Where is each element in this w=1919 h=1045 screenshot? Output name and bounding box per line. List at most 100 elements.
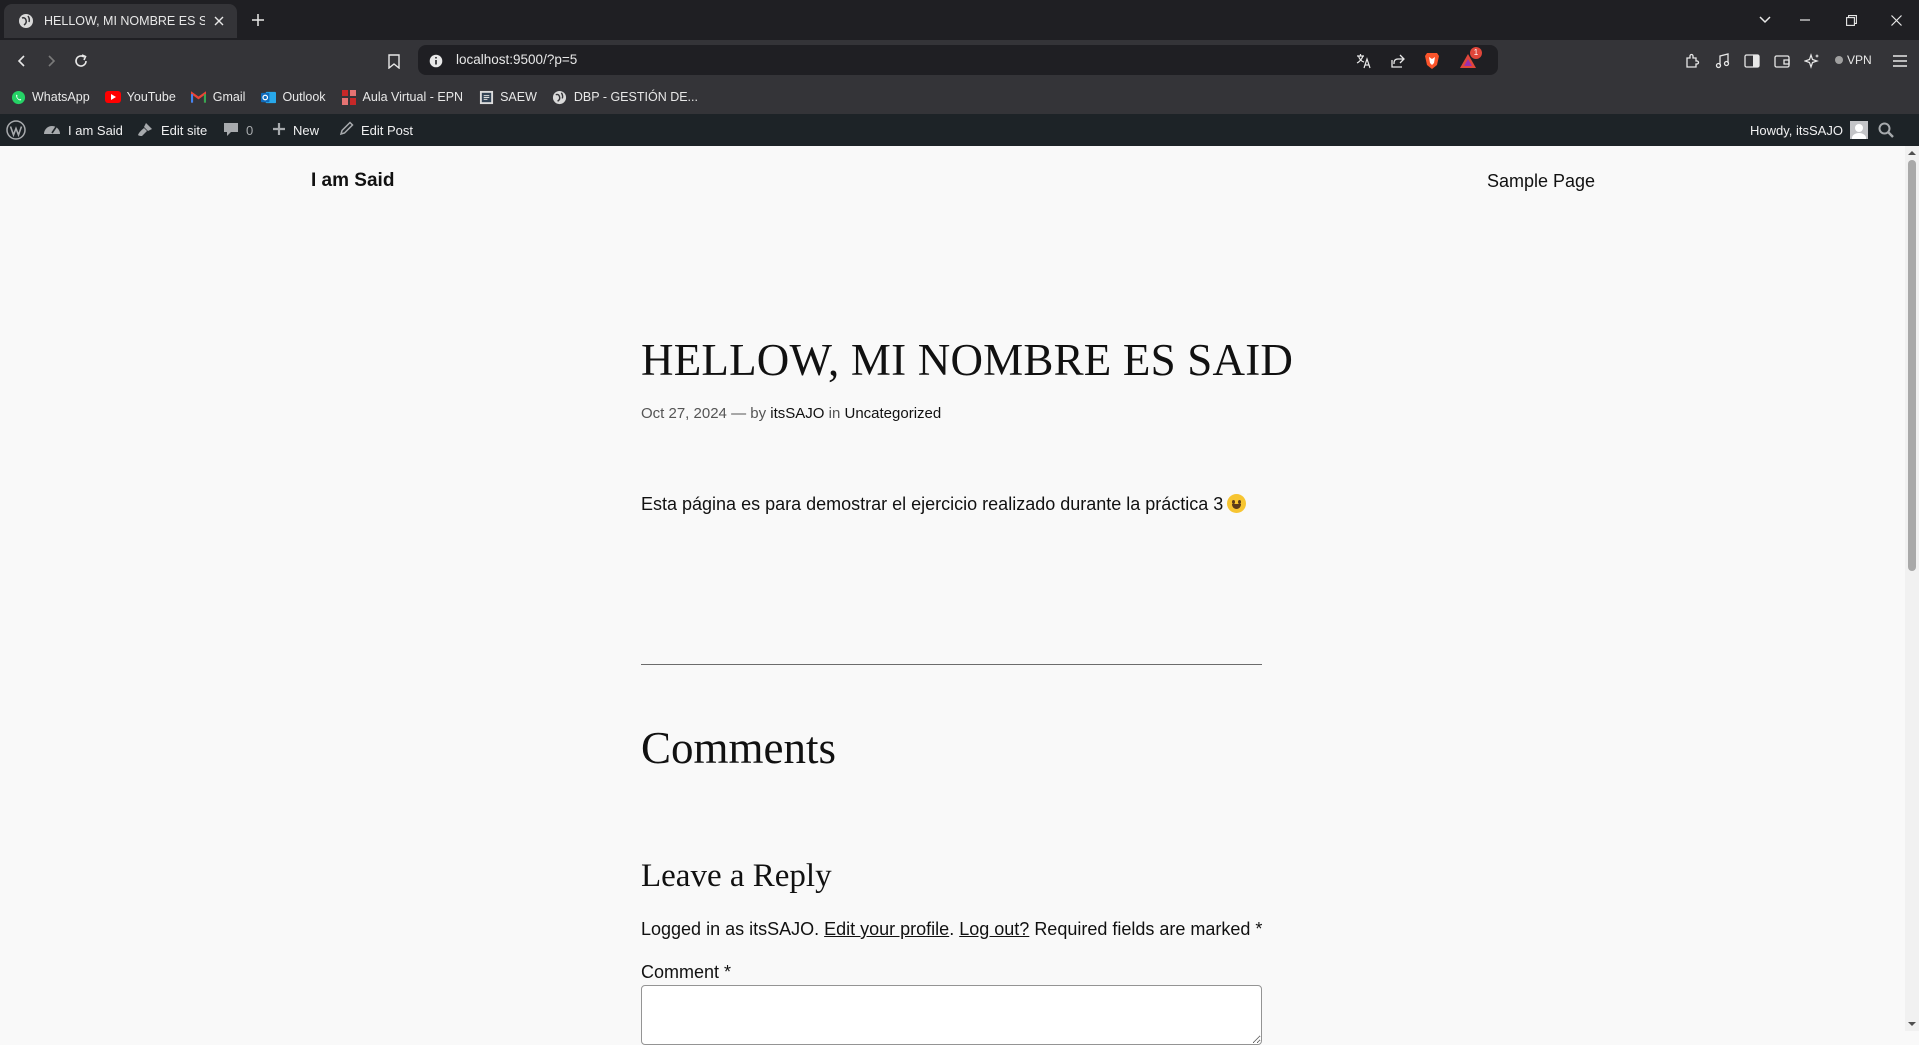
bookmark-saew[interactable]: SAEW [478,89,537,105]
browser-tab-strip: HELLOW, MI NOMBRE ES SAID [0,0,1919,40]
restore-icon[interactable] [1839,8,1863,32]
scroll-down-icon[interactable] [1908,1020,1916,1028]
adminbar-new[interactable]: New [272,114,319,146]
back-icon[interactable] [11,50,33,72]
close-tab-icon[interactable] [211,12,227,30]
adminbar-site-label: I am Said [68,122,123,138]
notification-badge: 1 [1470,47,1482,59]
post-title: HELLOW, MI NOMBRE ES SAID [641,335,1294,385]
brush-icon [136,121,154,140]
bookmark-outlook[interactable]: Outlook [260,89,326,105]
bookmark-label: Gmail [212,90,246,104]
edit-post-label: Edit Post [361,122,414,138]
post-author[interactable]: itsSAJO [770,405,824,422]
menu-icon[interactable] [1889,50,1911,72]
edit-site-label: Edit site [161,122,208,138]
sidebar-icon[interactable] [1741,50,1763,72]
page-scrollbar[interactable] [1905,146,1919,1031]
edit-profile-link[interactable]: Edit your profile [824,919,949,939]
address-bar[interactable]: localhost:9500/?p=5 1 [418,45,1498,75]
tab-title: HELLOW, MI NOMBRE ES SAID [44,14,206,28]
logged-in-prefix: Logged in as itsSAJO. [641,919,820,939]
bookmark-whatsapp[interactable]: WhatsApp [10,89,90,105]
page-content: I am Said Sample Page HELLOW, MI NOMBRE … [0,146,1905,1045]
adminbar-edit-site[interactable]: Edit site [136,114,207,146]
aula-virtual-icon [341,89,357,105]
brave-rewards-icon[interactable]: 1 [1458,47,1482,71]
bookmark-label: WhatsApp [32,90,90,104]
youtube-icon [104,89,121,105]
leave-reply-heading: Leave a Reply [641,858,832,894]
howdy-label: Howdy, itsSAJO [1750,122,1843,138]
post-body: Esta página es para demostrar el ejercic… [641,494,1247,515]
dashboard-icon [43,121,61,140]
browser-toolbar: localhost:9500/?p=5 1 VPN [0,40,1919,80]
pencil-icon [339,121,354,139]
extensions-icon[interactable] [1681,50,1703,72]
outlook-icon [260,89,276,105]
log-out-link[interactable]: Log out? [959,919,1029,939]
bookmark-label: YouTube [126,90,176,104]
whatsapp-icon [10,89,26,105]
post-body-text: Esta página es para demostrar el ejercic… [641,494,1224,514]
scroll-up-icon[interactable] [1908,149,1916,157]
required-note: Required fields are marked * [1034,919,1263,939]
saew-icon [478,89,494,105]
new-tab-icon[interactable] [248,10,268,30]
bookmark-label: SAEW [500,90,537,104]
period: . [949,919,955,939]
bookmark-youtube[interactable]: YouTube [104,89,176,105]
share-icon[interactable] [1388,51,1408,71]
forward-icon[interactable] [40,50,62,72]
tab-list-chevron-icon[interactable] [1753,8,1777,32]
bookmark-label: Aula Virtual - EPN [362,90,464,104]
site-info-icon[interactable] [426,51,446,71]
bookmark-label: DBP - GESTIÓN DE... [573,90,698,104]
gmail-icon [191,89,207,105]
close-window-icon[interactable] [1884,8,1908,32]
comments-heading: Comments [641,723,837,773]
avatar [1849,121,1868,139]
bookmark-label: Outlook [282,90,326,104]
bookmark-gmail[interactable]: Gmail [191,89,246,105]
url-text: localhost:9500/?p=5 [456,52,578,67]
post-by-separator: — by [731,405,767,422]
wallet-icon[interactable] [1771,50,1793,72]
comment-label: Comment * [641,962,732,982]
bookmark-aula-virtual[interactable]: Aula Virtual - EPN [341,89,464,105]
plus-icon [272,122,286,139]
post-meta: Oct 27, 2024 — by itsSAJO in Uncategoriz… [641,405,941,422]
adminbar-comments[interactable]: 0 [223,114,253,146]
media-icon[interactable] [1711,50,1733,72]
comments-count: 0 [246,122,254,138]
vpn-button[interactable]: VPN [1829,48,1878,72]
bookmark-icon[interactable] [383,50,405,72]
adminbar-search-icon[interactable] [1878,114,1894,146]
nav-sample-page[interactable]: Sample Page [1487,171,1595,192]
smiley-emoji-icon [1227,494,1247,513]
translate-icon[interactable] [1354,51,1374,71]
comment-textarea[interactable] [641,985,1262,1045]
bookmark-dbp[interactable]: DBP - GESTIÓN DE... [552,89,698,105]
scroll-thumb[interactable] [1908,160,1916,571]
wp-admin-bar: I am Said Edit site 0 New Edit Post Howd… [0,114,1919,146]
post-date[interactable]: Oct 27, 2024 [641,405,727,422]
comment-bubble-icon [223,121,239,140]
reload-icon[interactable] [70,50,92,72]
new-label: New [293,122,320,138]
minimize-icon[interactable] [1793,8,1817,32]
browser-tab[interactable]: HELLOW, MI NOMBRE ES SAID [4,4,237,38]
leo-ai-icon[interactable] [1801,50,1823,72]
brave-shields-icon[interactable] [1422,51,1442,71]
wordpress-logo-icon[interactable] [6,114,26,146]
vpn-label: VPN [1847,53,1872,67]
adminbar-edit-post[interactable]: Edit Post [339,114,413,146]
separator-line [641,664,1262,665]
vpn-status-icon [1835,56,1843,64]
adminbar-site-name[interactable]: I am Said [43,114,123,146]
adminbar-account[interactable]: Howdy, itsSAJO [1750,114,1868,146]
site-title-link[interactable]: I am Said [311,170,394,192]
globe-icon [18,13,34,29]
post-category[interactable]: Uncategorized [844,405,941,422]
bookmarks-bar: WhatsApp YouTube Gmail Outlook Aula Virt… [0,80,1919,114]
